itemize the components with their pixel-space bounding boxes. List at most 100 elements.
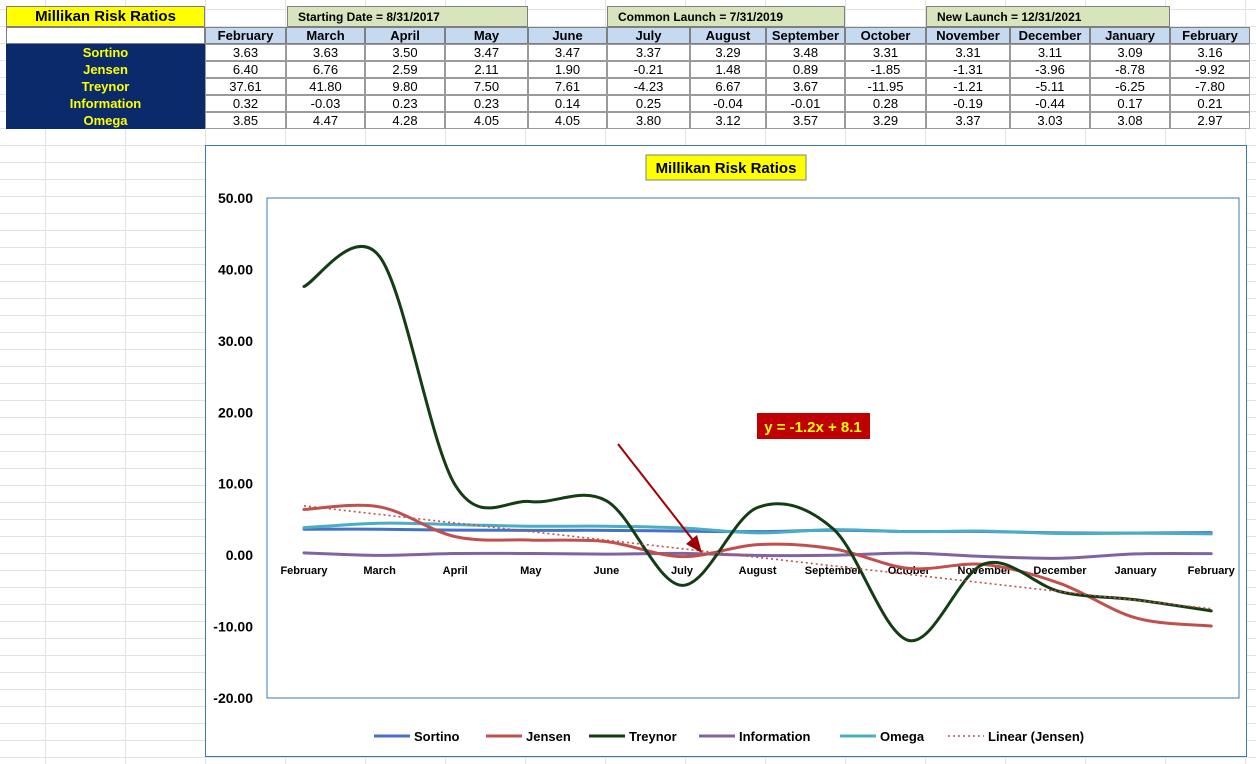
table-cell[interactable]: -1.31 [926, 61, 1010, 78]
table-cell[interactable]: -5.11 [1010, 78, 1090, 95]
table-cell[interactable]: 3.16 [1170, 44, 1250, 61]
table-cell[interactable]: 0.32 [205, 95, 286, 112]
table-cell[interactable]: 0.89 [766, 61, 845, 78]
plot-area[interactable] [266, 197, 1240, 699]
table-cell[interactable]: 3.09 [1090, 44, 1170, 61]
banner-2[interactable]: New Launch = 12/31/2021 [926, 6, 1170, 27]
table-cell[interactable]: 37.61 [205, 78, 286, 95]
table-cell[interactable]: 3.63 [286, 44, 365, 61]
legend-label[interactable]: Treynor [629, 729, 677, 744]
table-cell[interactable]: 3.12 [690, 112, 766, 129]
table-cell[interactable]: -0.04 [690, 95, 766, 112]
table-cell[interactable]: 7.50 [445, 78, 528, 95]
table-cell[interactable]: -0.21 [607, 61, 690, 78]
table-cell[interactable]: 3.08 [1090, 112, 1170, 129]
row-label-jensen[interactable]: Jensen [6, 61, 205, 78]
table-cell[interactable]: -3.96 [1010, 61, 1090, 78]
table-cell[interactable]: 3.48 [766, 44, 845, 61]
table-cell[interactable]: -6.25 [1090, 78, 1170, 95]
table-cell[interactable]: 3.31 [845, 44, 926, 61]
table-cell[interactable]: 0.25 [607, 95, 690, 112]
table-cell[interactable]: 3.57 [766, 112, 845, 129]
month-header[interactable]: December [1010, 27, 1090, 44]
table-cell[interactable]: 3.37 [607, 44, 690, 61]
month-header[interactable]: February [205, 27, 286, 44]
table-cell[interactable]: 3.29 [845, 112, 926, 129]
table-cell[interactable]: 0.23 [445, 95, 528, 112]
table-cell[interactable]: 4.28 [365, 112, 445, 129]
row-label-information[interactable]: Information [6, 95, 205, 112]
month-header[interactable]: March [286, 27, 365, 44]
table-cell[interactable]: 6.76 [286, 61, 365, 78]
table-cell[interactable]: 2.59 [365, 61, 445, 78]
table-cell[interactable]: 3.29 [690, 44, 766, 61]
month-header[interactable]: June [528, 27, 607, 44]
table-cell[interactable]: 2.97 [1170, 112, 1250, 129]
table-cell[interactable]: 3.50 [365, 44, 445, 61]
table-cell[interactable]: 3.47 [528, 44, 607, 61]
table-cell[interactable]: -7.80 [1170, 78, 1250, 95]
chart-title[interactable]: Millikan Risk Ratios [656, 160, 797, 177]
row-label-omega[interactable]: Omega [6, 112, 205, 129]
table-cell[interactable]: 3.03 [1010, 112, 1090, 129]
series-line-treynor[interactable] [302, 245, 1213, 643]
table-cell[interactable]: 3.80 [607, 112, 690, 129]
table-cell[interactable]: 6.40 [205, 61, 286, 78]
legend-label[interactable]: Jensen [526, 729, 571, 744]
banner-0[interactable]: Starting Date = 8/31/2017 [287, 6, 528, 27]
table-cell[interactable]: 1.48 [690, 61, 766, 78]
table-cell[interactable]: -0.01 [766, 95, 845, 112]
banner-1[interactable]: Common Launch = 7/31/2019 [607, 6, 845, 27]
table-cell[interactable]: 3.37 [926, 112, 1010, 129]
table-cell[interactable]: 0.21 [1170, 95, 1250, 112]
table-cell[interactable]: 1.90 [528, 61, 607, 78]
table-cell[interactable]: 3.31 [926, 44, 1010, 61]
month-header[interactable]: January [1090, 27, 1170, 44]
table-cell[interactable]: -8.78 [1090, 61, 1170, 78]
table-cell[interactable]: 0.23 [365, 95, 445, 112]
table-cell[interactable]: 3.11 [1010, 44, 1090, 61]
table-cell[interactable]: 0.28 [845, 95, 926, 112]
month-header[interactable]: February [1170, 27, 1250, 44]
sheet-title[interactable]: Millikan Risk Ratios [6, 6, 205, 27]
table-cell[interactable]: -11.95 [845, 78, 926, 95]
table-cell[interactable]: 0.17 [1090, 95, 1170, 112]
month-header[interactable]: July [607, 27, 690, 44]
table-cell[interactable]: 4.05 [445, 112, 528, 129]
x-tick-label: December [1033, 565, 1087, 577]
table-cell[interactable]: 3.67 [766, 78, 845, 95]
legend-label[interactable]: Information [739, 729, 811, 744]
header-corner[interactable] [6, 27, 205, 44]
table-cell[interactable]: 4.47 [286, 112, 365, 129]
table-cell[interactable]: -4.23 [607, 78, 690, 95]
table-cell[interactable]: 3.85 [205, 112, 286, 129]
legend-label[interactable]: Sortino [414, 729, 460, 744]
row-label-treynor[interactable]: Treynor [6, 78, 205, 95]
month-header[interactable]: October [845, 27, 926, 44]
legend-label[interactable]: Omega [880, 729, 925, 744]
table-cell[interactable]: 9.80 [365, 78, 445, 95]
month-header[interactable]: September [766, 27, 845, 44]
month-header[interactable]: August [690, 27, 766, 44]
table-cell[interactable]: 7.61 [528, 78, 607, 95]
month-header[interactable]: April [365, 27, 445, 44]
table-cell[interactable]: -0.03 [286, 95, 365, 112]
table-cell[interactable]: -0.19 [926, 95, 1010, 112]
table-cell[interactable]: 0.14 [528, 95, 607, 112]
table-cell[interactable]: 3.47 [445, 44, 528, 61]
table-cell[interactable]: -0.44 [1010, 95, 1090, 112]
table-cell[interactable]: -1.21 [926, 78, 1010, 95]
row-label-sortino[interactable]: Sortino [6, 44, 205, 61]
table-cell[interactable]: -9.92 [1170, 61, 1250, 78]
chart-area[interactable]: 50.00 40.00 30.00 20.00 10.00 0.00 -10.00 -20.0… [205, 145, 1247, 757]
equation-label[interactable]: y = -1.2x + 8.1 [764, 419, 862, 436]
table-cell[interactable]: -1.85 [845, 61, 926, 78]
month-header[interactable]: November [926, 27, 1010, 44]
table-cell[interactable]: 2.11 [445, 61, 528, 78]
table-cell[interactable]: 3.63 [205, 44, 286, 61]
legend-label[interactable]: Linear (Jensen) [988, 729, 1084, 744]
table-cell[interactable]: 6.67 [690, 78, 766, 95]
table-cell[interactable]: 41.80 [286, 78, 365, 95]
table-cell[interactable]: 4.05 [528, 112, 607, 129]
month-header[interactable]: May [445, 27, 528, 44]
